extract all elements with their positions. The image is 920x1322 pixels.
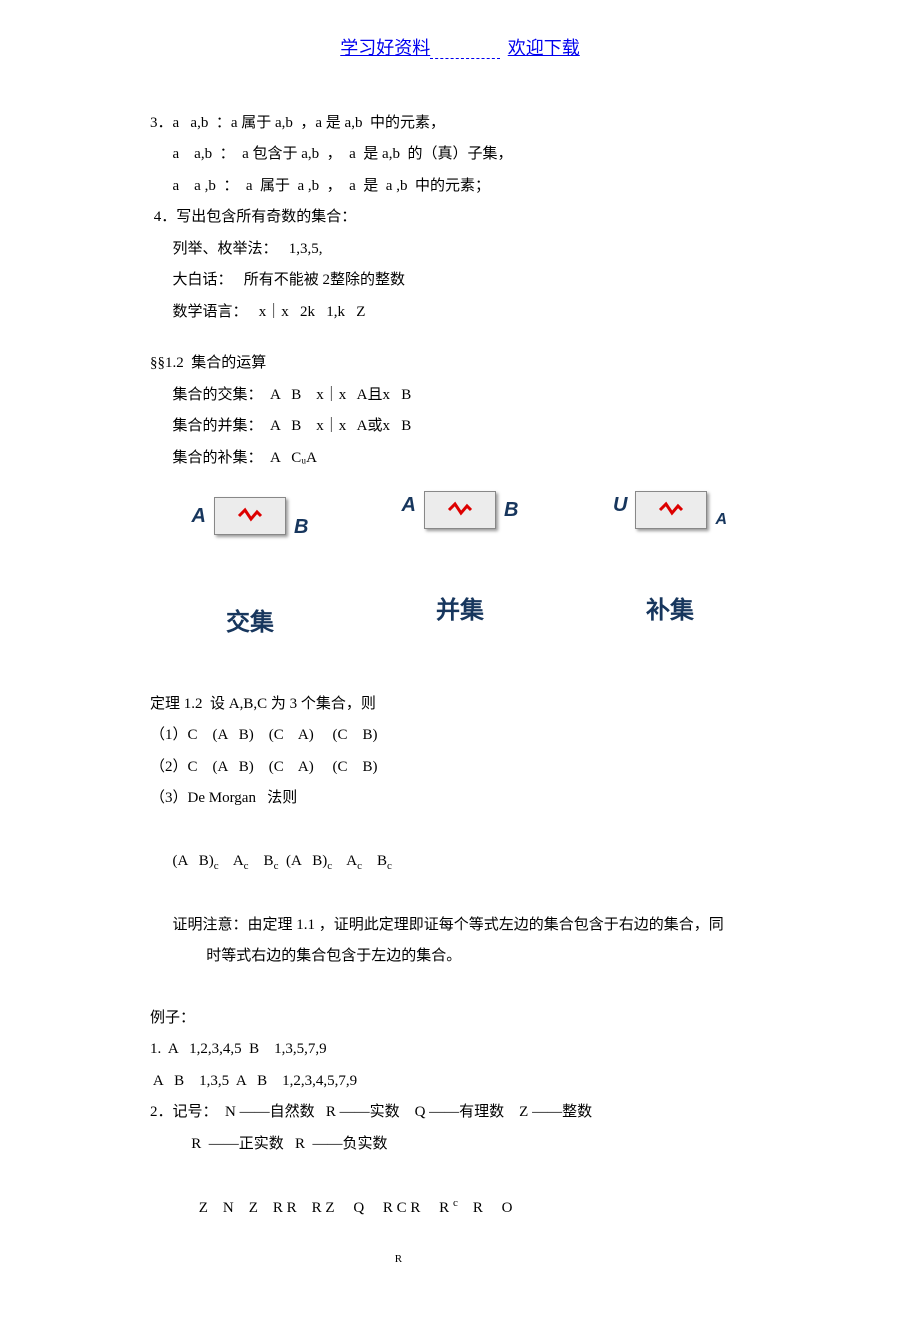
broken-image-icon: [635, 491, 707, 529]
text-line: 集合的补集： A CᵤA: [150, 443, 770, 475]
text-line: 定理 1.2 设 A,B,C 为 3 个集合，则: [150, 689, 770, 721]
diagram-title: 交集: [226, 598, 274, 648]
header-dashed: [430, 43, 500, 59]
diagram-title: 补集: [646, 586, 694, 636]
text-span: [150, 1253, 395, 1265]
text-line: 1. A 1,2,3,4,5 B 1,3,5,7,9: [150, 1034, 770, 1066]
text-line: Z N Z R R R Z Q R C R R c R O: [150, 1160, 770, 1256]
header-link-left[interactable]: 学习好资料: [340, 38, 430, 58]
diagram-intersection: A B 交集: [160, 484, 340, 648]
section-heading: §§1.2 集合的运算: [150, 348, 770, 380]
label-a: A: [715, 503, 727, 537]
broken-image-icon: [424, 491, 496, 529]
text-line: A B 1,3,5 A B 1,2,3,4,5,7,9: [150, 1066, 770, 1098]
text-line-sub: R: [150, 1256, 770, 1263]
text-line: （3）De Morgan 法则: [150, 783, 770, 815]
text-line: （2）C (A B) (C A) (C B): [150, 752, 770, 784]
diagram-labels: A B: [192, 484, 309, 548]
diagram-labels: U A: [613, 484, 727, 536]
text-line: 证明注意：由定理 1.1 ，证明此定理即证每个等式左边的集合包含于右边的集合，同: [150, 910, 770, 942]
text-line: 数学语言： x｜x 2k 1,k Z: [150, 297, 770, 329]
label-a: A: [402, 484, 416, 526]
label-b: B: [294, 506, 308, 548]
diagram-complement: U A 补集: [580, 484, 760, 648]
text-line: 大白话： 所有不能被 2整除的整数: [150, 265, 770, 297]
text-span: B: [249, 853, 274, 869]
text-span: (A B): [278, 853, 327, 869]
text-span: Z N Z R R R Z Q R C R R: [173, 1200, 453, 1216]
text-span: R O: [458, 1200, 513, 1216]
text-line: (A B)c Ac Bc (A B)c Ac Bc: [150, 815, 770, 910]
page: 学习好资料 欢迎下载 3．a a,b ：a 属于 a,b ，a 是 a,b 中的…: [0, 0, 920, 1322]
subscript: R: [395, 1253, 402, 1265]
page-header: 学习好资料 欢迎下载: [150, 30, 770, 68]
label-a: A: [192, 495, 206, 537]
text-line: （1）C (A B) (C A) (C B): [150, 720, 770, 752]
broken-image-icon: [214, 497, 286, 535]
label-u: U: [613, 484, 627, 526]
text-span: A: [332, 853, 357, 869]
label-b: B: [504, 489, 518, 531]
text-line: 列举、枚举法： 1,3,5,: [150, 234, 770, 266]
venn-diagrams: A B 交集 A B 并集 U A 补集: [150, 484, 770, 648]
text-line: 4．写出包含所有奇数的集合：: [150, 202, 770, 234]
content: 3．a a,b ：a 属于 a,b ，a 是 a,b 中的元素， a a,b ：…: [150, 108, 770, 1263]
text-line: R ——正实数 R ——负实数: [150, 1129, 770, 1161]
text-line: a a ,b ： a 属于 a ,b ， a 是 a ,b 中的元素；: [150, 171, 770, 203]
text-span: (A B): [173, 853, 214, 869]
text-line: 集合的交集： A B x｜x A且x B: [150, 380, 770, 412]
text-line: 2．记号： N ——自然数 R ——实数 Q ——有理数 Z ——整数: [150, 1097, 770, 1129]
subscript: c: [387, 860, 392, 872]
text-line: 时等式右边的集合包含于左边的集合。: [150, 941, 770, 973]
diagram-labels: A B: [402, 484, 519, 536]
text-line: a a,b ： a 包含于 a,b ， a 是 a,b 的（真）子集，: [150, 139, 770, 171]
header-link-right[interactable]: 欢迎下载: [508, 38, 580, 58]
text-line: 例子：: [150, 1003, 770, 1035]
text-line: 集合的并集： A B x｜x A或x B: [150, 411, 770, 443]
text-line: 3．a a,b ：a 属于 a,b ，a 是 a,b 中的元素，: [150, 108, 770, 140]
text-span: A: [219, 853, 244, 869]
diagram-title: 并集: [436, 586, 484, 636]
text-span: B: [362, 853, 387, 869]
diagram-union: A B 并集: [370, 484, 550, 648]
